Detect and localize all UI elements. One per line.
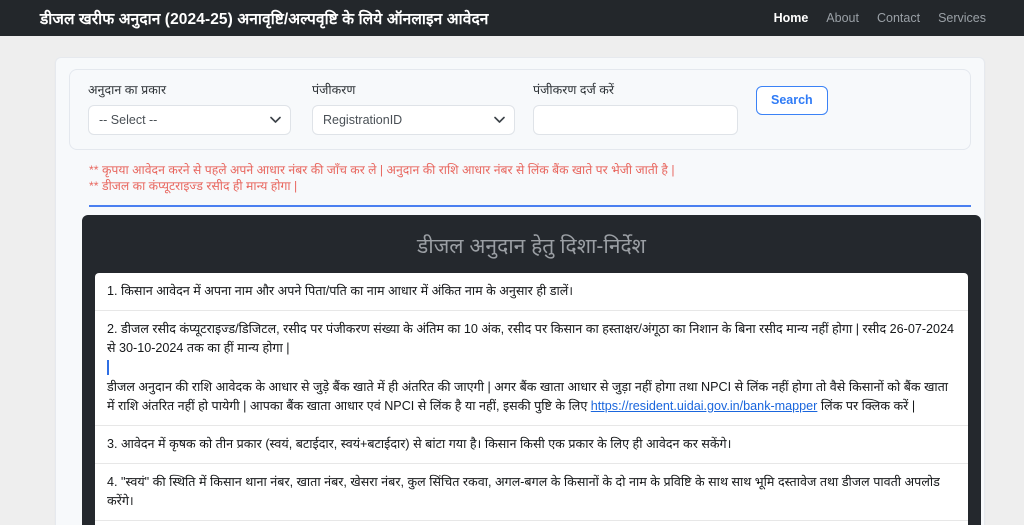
grant-type-select-wrap[interactable]: -- Select -- <box>88 104 291 135</box>
nav-item-contact[interactable]: Contact <box>877 11 920 25</box>
registration-entry-field: पंजीकरण दर्ज करें <box>533 83 738 135</box>
bank-mapper-link[interactable]: https://resident.uidai.gov.in/bank-mappe… <box>591 399 818 413</box>
nav-item-services[interactable]: Services <box>938 11 986 25</box>
nav-item-home[interactable]: Home <box>774 11 809 25</box>
registration-label: पंजीकरण <box>312 83 356 97</box>
note-line-2: ** डीजल का कंप्यूटराइज्ड रसीद ही मान्य ह… <box>89 179 298 194</box>
nav-item-about[interactable]: About <box>826 11 859 25</box>
nav-menu: Home About Contact Services <box>774 11 1006 25</box>
guidelines-panel: डीजल अनुदान हेतु दिशा-निर्देश 1. किसान आ… <box>82 214 981 525</box>
search-button[interactable]: Search <box>756 85 828 115</box>
guideline-2-paragraph: डीजल अनुदान की राशि आवेदक के आधार से जुड… <box>107 378 958 416</box>
guideline-1-text: 1. किसान आवेदन में अपना नाम और अपने पिता… <box>107 284 574 299</box>
paragraph-after-link: लिंक पर क्लिक करें | <box>817 398 916 413</box>
text-cursor-icon <box>107 359 109 375</box>
grant-type-select[interactable]: -- Select -- <box>88 104 291 135</box>
registration-entry-input[interactable] <box>533 104 738 135</box>
guideline-4-text: 4. "स्वयं" की स्थिति में किसान थाना नंबर… <box>107 475 940 509</box>
registration-select[interactable]: RegistrationID <box>312 104 515 135</box>
main-card: अनुदान का प्रकार -- Select -- पंजीकरण Re… <box>55 57 985 525</box>
grant-type-field: अनुदान का प्रकार -- Select -- <box>88 83 291 135</box>
registration-field: पंजीकरण RegistrationID <box>312 83 515 135</box>
page-title: डीजल खरीफ अनुदान (2024-25) अनावृष्टि/अल्… <box>40 11 489 28</box>
list-item: 3. आवेदन में कृषक को तीन प्रकार (स्वयं, … <box>95 426 968 465</box>
list-item: 4. "स्वयं" की स्थिति में किसान थाना नंबर… <box>95 464 968 522</box>
list-item: 1. किसान आवेदन में अपना नाम और अपने पिता… <box>95 273 968 312</box>
list-item: 2. डीजल रसीद कंप्यूटराइज्ड/डिजिटल, रसीद … <box>95 311 968 426</box>
guidelines-list: 1. किसान आवेदन में अपना नाम और अपने पिता… <box>95 273 968 525</box>
registration-entry-label: पंजीकरण दर्ज करें <box>533 83 614 97</box>
notes-block: ** कृपया आवेदन करने से पहले अपने आधार नं… <box>69 150 971 195</box>
guideline-3-text: 3. आवेदन में कृषक को तीन प्रकार (स्वयं, … <box>107 436 732 451</box>
guideline-2-text: 2. डीजल रसीद कंप्यूटराइज्ड/डिजिटल, रसीद … <box>107 322 955 356</box>
guidelines-title: डीजल अनुदान हेतु दिशा-निर्देश <box>417 234 646 258</box>
note-line-1: ** कृपया आवेदन करने से पहले अपने आधार नं… <box>89 162 675 177</box>
guideline-2-caret-line <box>107 359 958 378</box>
blue-divider <box>89 204 971 207</box>
search-panel: अनुदान का प्रकार -- Select -- पंजीकरण Re… <box>69 69 971 150</box>
page-body: अनुदान का प्रकार -- Select -- पंजीकरण Re… <box>0 36 1024 525</box>
registration-select-wrap[interactable]: RegistrationID <box>312 104 515 135</box>
navbar: डीजल खरीफ अनुदान (2024-25) अनावृष्टि/अल्… <box>0 0 1024 36</box>
list-item: 5. "बटाईदार" की स्थिति में किसान खेसरा न… <box>95 521 968 525</box>
grant-type-label: अनुदान का प्रकार <box>88 83 167 97</box>
